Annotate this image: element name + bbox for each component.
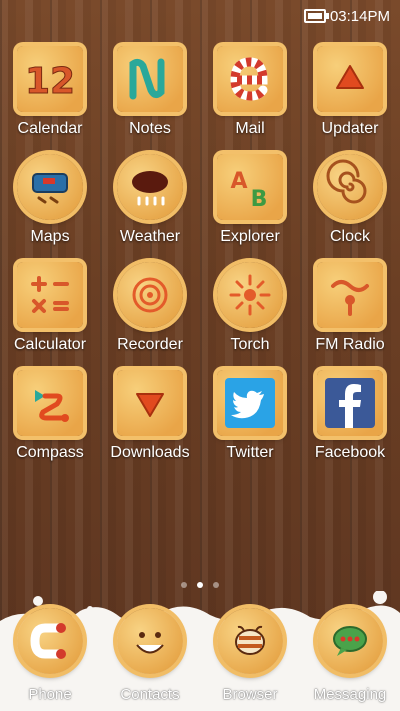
app-facebook[interactable]: Facebook	[300, 364, 400, 472]
app-label: Compass	[16, 444, 84, 461]
app-weather[interactable]: Weather	[100, 148, 200, 256]
app-label: Weather	[119, 228, 181, 245]
app-grid: 12 Calendar Notes Mail Updater Maps Weat…	[0, 40, 400, 472]
dock-label: Contacts	[120, 686, 180, 703]
downloads-icon	[117, 370, 183, 436]
dock-contacts[interactable]: Contacts	[100, 596, 200, 711]
svg-text:A: A	[230, 169, 247, 194]
dock-label: Messaging	[313, 686, 387, 703]
app-label: Notes	[129, 120, 171, 137]
app-label: Calendar	[17, 120, 83, 137]
app-clock[interactable]: Clock	[300, 148, 400, 256]
svg-text:B: B	[251, 187, 268, 212]
page-indicator	[0, 582, 400, 588]
app-label: Torch	[230, 336, 270, 353]
calculator-icon	[17, 262, 83, 328]
twitter-icon	[217, 370, 283, 436]
app-label: Twitter	[226, 444, 274, 461]
dock-messaging[interactable]: Messaging	[300, 596, 400, 711]
page-dot[interactable]	[181, 582, 187, 588]
app-notes[interactable]: Notes	[100, 40, 200, 148]
battery-icon	[303, 9, 329, 23]
maps-icon	[17, 154, 83, 220]
notes-icon	[117, 46, 183, 112]
app-calendar[interactable]: 12 Calendar	[0, 40, 100, 148]
dock-phone[interactable]: Phone	[0, 596, 100, 711]
page-dot-active[interactable]	[197, 582, 203, 588]
browser-icon	[217, 608, 283, 674]
app-label: Explorer	[220, 228, 280, 245]
calendar-icon: 12	[17, 46, 83, 112]
status-bar: 03:14PM	[0, 0, 400, 32]
app-label: Recorder	[117, 336, 183, 353]
recorder-icon	[117, 262, 183, 328]
app-compass[interactable]: Compass	[0, 364, 100, 472]
dock-label: Phone	[28, 686, 72, 703]
app-label: Downloads	[110, 444, 190, 461]
app-label: Calculator	[13, 336, 87, 353]
torch-icon	[217, 262, 283, 328]
compass-icon	[17, 370, 83, 436]
page-dot[interactable]	[213, 582, 219, 588]
app-maps[interactable]: Maps	[0, 148, 100, 256]
status-time: 03:14PM	[329, 7, 390, 25]
app-updater[interactable]: Updater	[300, 40, 400, 148]
app-fm-radio[interactable]: FM Radio	[300, 256, 400, 364]
app-label: Updater	[321, 120, 379, 137]
dock: Phone Contacts Browser Messaging	[0, 596, 400, 711]
clock-icon	[317, 154, 383, 220]
app-recorder[interactable]: Recorder	[100, 256, 200, 364]
radio-icon	[317, 262, 383, 328]
app-calculator[interactable]: Calculator	[0, 256, 100, 364]
app-label: FM Radio	[315, 336, 385, 353]
explorer-icon: AB	[217, 154, 283, 220]
dock-browser[interactable]: Browser	[200, 596, 300, 711]
app-label: Clock	[329, 228, 370, 245]
weather-icon	[117, 154, 183, 220]
facebook-icon	[317, 370, 383, 436]
mail-icon	[217, 46, 283, 112]
svg-text:12: 12	[25, 61, 75, 102]
app-explorer[interactable]: AB Explorer	[200, 148, 300, 256]
app-downloads[interactable]: Downloads	[100, 364, 200, 472]
app-twitter[interactable]: Twitter	[200, 364, 300, 472]
app-label: Maps	[30, 228, 70, 245]
app-label: Mail	[235, 120, 265, 137]
contacts-icon	[117, 608, 183, 674]
dock-label: Browser	[222, 686, 278, 703]
app-torch[interactable]: Torch	[200, 256, 300, 364]
app-label: Facebook	[314, 444, 386, 461]
messaging-icon	[317, 608, 383, 674]
app-mail[interactable]: Mail	[200, 40, 300, 148]
phone-icon	[17, 608, 83, 674]
updater-icon	[317, 46, 383, 112]
